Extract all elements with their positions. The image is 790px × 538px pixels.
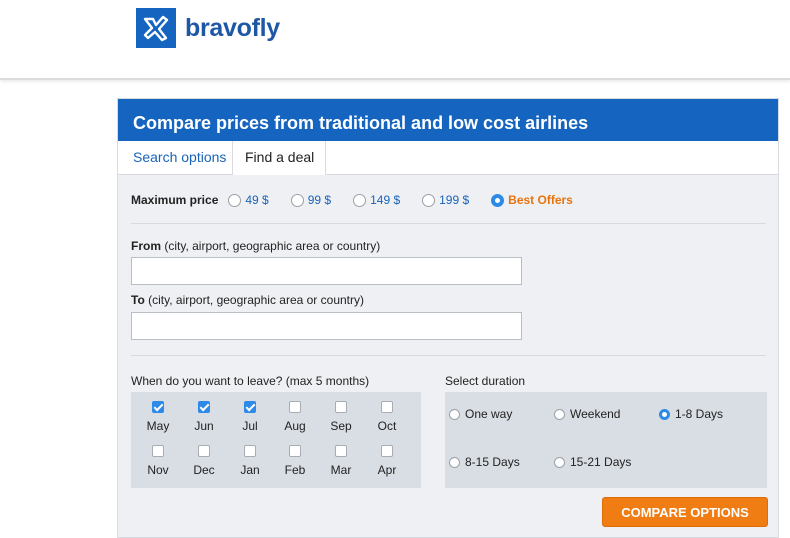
month-sep[interactable]: Sep (321, 401, 361, 433)
price-option-149[interactable]: 149 $ (353, 193, 400, 207)
checkbox-icon[interactable] (198, 445, 210, 457)
checkbox-checked-icon[interactable] (152, 401, 164, 413)
divider (131, 223, 766, 224)
brand-logo[interactable]: bravofly (136, 8, 280, 48)
price-option-best-offers[interactable]: Best Offers (491, 193, 573, 207)
month-jul[interactable]: Jul (230, 401, 270, 433)
bravofly-logo-icon (136, 8, 176, 48)
radio-selected-icon[interactable] (491, 193, 505, 207)
month-jan[interactable]: Jan (230, 445, 270, 477)
month-apr[interactable]: Apr (367, 445, 407, 477)
checkbox-icon[interactable] (289, 401, 301, 413)
divider (131, 355, 766, 356)
month-oct[interactable]: Oct (367, 401, 407, 433)
duration-weekend[interactable]: Weekend (554, 407, 620, 421)
price-option-99[interactable]: 99 $ (290, 193, 331, 207)
panel-title: Compare prices from traditional and low … (118, 99, 778, 141)
checkbox-icon[interactable] (152, 445, 164, 457)
checkbox-icon[interactable] (381, 401, 393, 413)
radio-icon[interactable] (449, 456, 460, 468)
month-nov[interactable]: Nov (138, 445, 178, 477)
checkbox-icon[interactable] (335, 445, 347, 457)
radio-icon[interactable] (290, 193, 304, 207)
duration-label: Select duration (445, 374, 526, 388)
month-dec[interactable]: Dec (184, 445, 224, 477)
month-jun[interactable]: Jun (184, 401, 224, 433)
max-price-row: Maximum price 49 $ 99 $ 149 $ 199 $ Best… (131, 190, 595, 210)
months-grid: May Jun Jul Aug Sep Oct Nov Dec Jan Feb … (131, 392, 421, 488)
departure-months-label: When do you want to leave? (max 5 months… (131, 374, 370, 388)
tab-bar: Search options Find a deal (118, 141, 778, 175)
radio-icon[interactable] (353, 193, 367, 207)
checkbox-icon[interactable] (381, 445, 393, 457)
duration-options: One way Weekend 1-8 Days 8-15 Days 15-21… (445, 392, 767, 488)
duration-15-21-days[interactable]: 15-21 Days (554, 455, 631, 469)
duration-1-8-days[interactable]: 1-8 Days (659, 407, 723, 421)
duration-8-15-days[interactable]: 8-15 Days (449, 455, 520, 469)
tab-find-a-deal[interactable]: Find a deal (232, 141, 326, 175)
month-mar[interactable]: Mar (321, 445, 361, 477)
month-aug[interactable]: Aug (275, 401, 315, 433)
radio-icon[interactable] (554, 456, 565, 468)
from-input[interactable] (131, 257, 522, 285)
checkbox-checked-icon[interactable] (244, 401, 256, 413)
brand-name: bravofly (185, 13, 280, 42)
radio-icon[interactable] (554, 408, 565, 420)
radio-selected-icon[interactable] (659, 408, 670, 420)
from-label: From (city, airport, geographic area or … (131, 239, 381, 253)
checkbox-icon[interactable] (289, 445, 301, 457)
compare-options-button[interactable]: COMPARE OPTIONS (602, 497, 768, 527)
tab-search-options[interactable]: Search options (133, 141, 226, 175)
checkbox-icon[interactable] (335, 401, 347, 413)
to-input[interactable] (131, 312, 522, 340)
price-option-199[interactable]: 199 $ (422, 193, 469, 207)
checkbox-checked-icon[interactable] (198, 401, 210, 413)
radio-icon[interactable] (449, 408, 460, 420)
deal-search-panel: Compare prices from traditional and low … (117, 98, 779, 538)
radio-icon[interactable] (228, 193, 242, 207)
price-option-49[interactable]: 49 $ (228, 193, 269, 207)
site-header: bravofly (0, 0, 790, 80)
checkbox-icon[interactable] (244, 445, 256, 457)
duration-one-way[interactable]: One way (449, 407, 512, 421)
radio-icon[interactable] (422, 193, 436, 207)
month-may[interactable]: May (138, 401, 178, 433)
month-feb[interactable]: Feb (275, 445, 315, 477)
max-price-label: Maximum price (131, 193, 219, 207)
to-label: To (city, airport, geographic area or co… (131, 293, 364, 307)
